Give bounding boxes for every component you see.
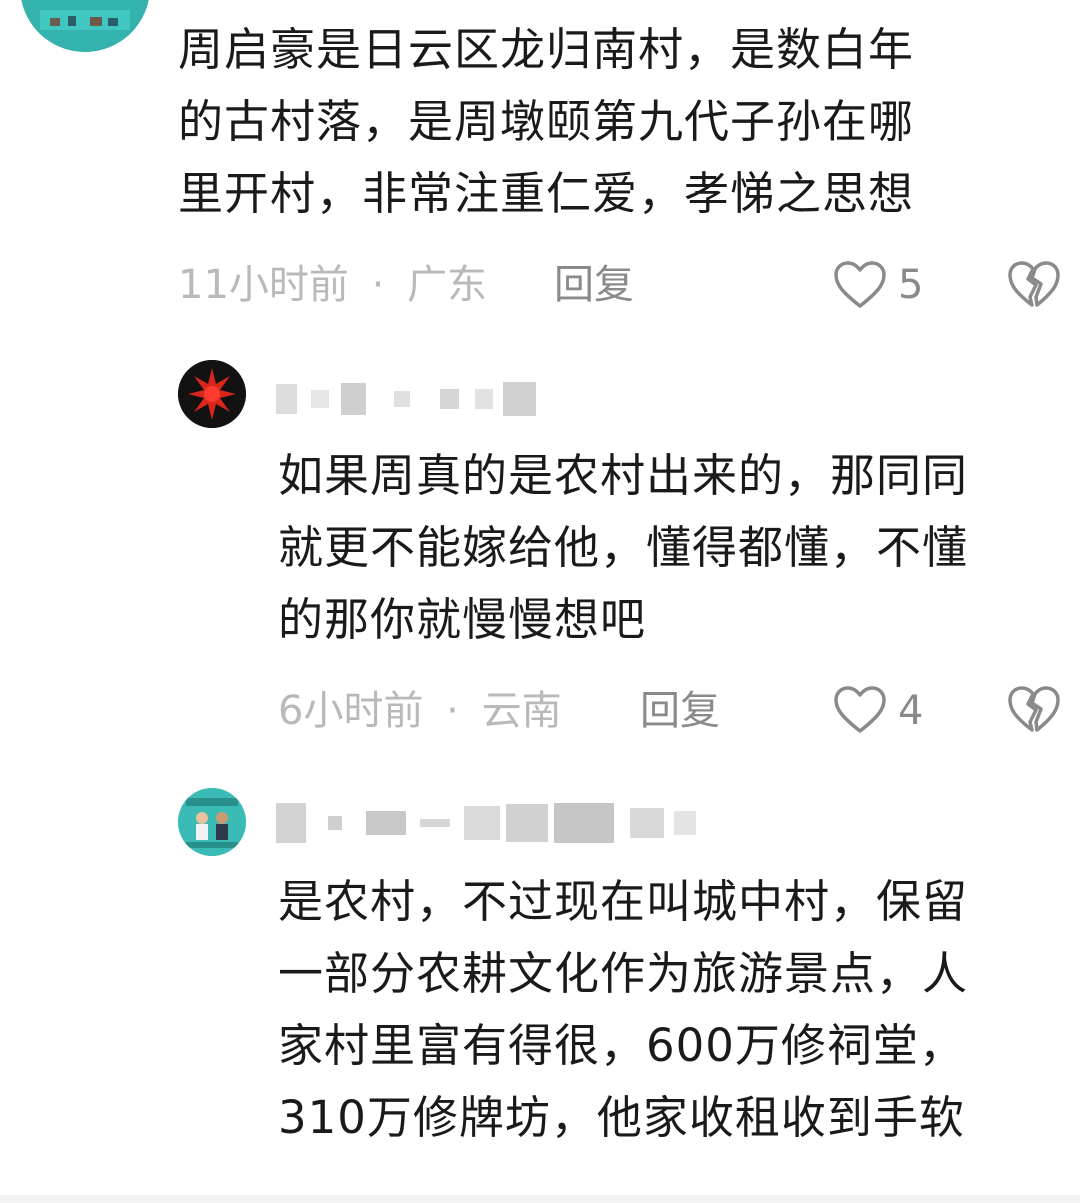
meta-separator: ·	[371, 262, 385, 308]
commenter-avatar[interactable]	[20, 0, 150, 52]
meta-separator: ·	[446, 688, 459, 734]
comment-line: 的那你就慢慢想吧	[278, 593, 647, 646]
avatar-image	[178, 788, 246, 856]
like-count: 5	[898, 262, 924, 308]
avatar-image	[178, 360, 246, 428]
comment-line: 里开村，非常注重仁爱，孝悌之思想	[178, 167, 915, 220]
bottom-edge	[0, 1195, 1080, 1203]
comment-line: 是农村，不过现在叫城中村，保留	[278, 875, 969, 928]
commenter-avatar[interactable]	[178, 360, 246, 428]
comment-meta: 6小时前 · 云南	[278, 686, 562, 736]
commenter-avatar[interactable]	[178, 788, 246, 856]
comment-line: 如果周真的是农村出来的，那同同	[278, 449, 969, 502]
comment-text: 如果周真的是农村出来的，那同同 就更不能嫁给他，懂得都懂，不懂 的那你就慢慢想吧	[278, 440, 1068, 656]
comment-text: 是农村，不过现在叫城中村，保留 一部分农耕文化作为旅游景点，人 家村里富有得很，…	[278, 866, 1068, 1154]
comment-line: 一部分农耕文化作为旅游景点，人	[278, 947, 969, 1000]
reply-button[interactable]: 回复	[640, 686, 720, 736]
comment-text: 周启豪是日云区龙归南村，是数白年 的古村落，是周墩颐第九代子孙在哪 里开村，非常…	[178, 14, 1058, 230]
reply-button[interactable]: 回复	[554, 260, 634, 310]
comment-time: 11小时前	[178, 262, 349, 308]
comment-line: 周启豪是日云区龙归南村，是数白年	[178, 23, 915, 76]
username-redacted	[276, 376, 536, 422]
broken-heart-icon[interactable]	[1006, 259, 1062, 311]
comment-line: 家村里富有得很，600万修祠堂，	[278, 1019, 965, 1072]
heart-outline-icon[interactable]	[832, 259, 888, 311]
comment-location: 广东	[407, 262, 488, 308]
broken-heart-icon[interactable]	[1006, 684, 1062, 736]
comment-location: 云南	[481, 688, 562, 734]
avatar-image	[21, 0, 149, 52]
comment-line: 的古村落，是周墩颐第九代子孙在哪	[178, 95, 915, 148]
comment-line: 就更不能嫁给他，懂得都懂，不懂	[278, 521, 969, 574]
like-count: 4	[898, 688, 924, 734]
heart-outline-icon[interactable]	[832, 684, 888, 736]
comment-meta: 11小时前 · 广东	[178, 260, 487, 310]
username-redacted	[276, 800, 746, 846]
comment-time: 6小时前	[278, 688, 424, 734]
comment-line: 310万修牌坊，他家收租收到手软	[278, 1091, 965, 1144]
